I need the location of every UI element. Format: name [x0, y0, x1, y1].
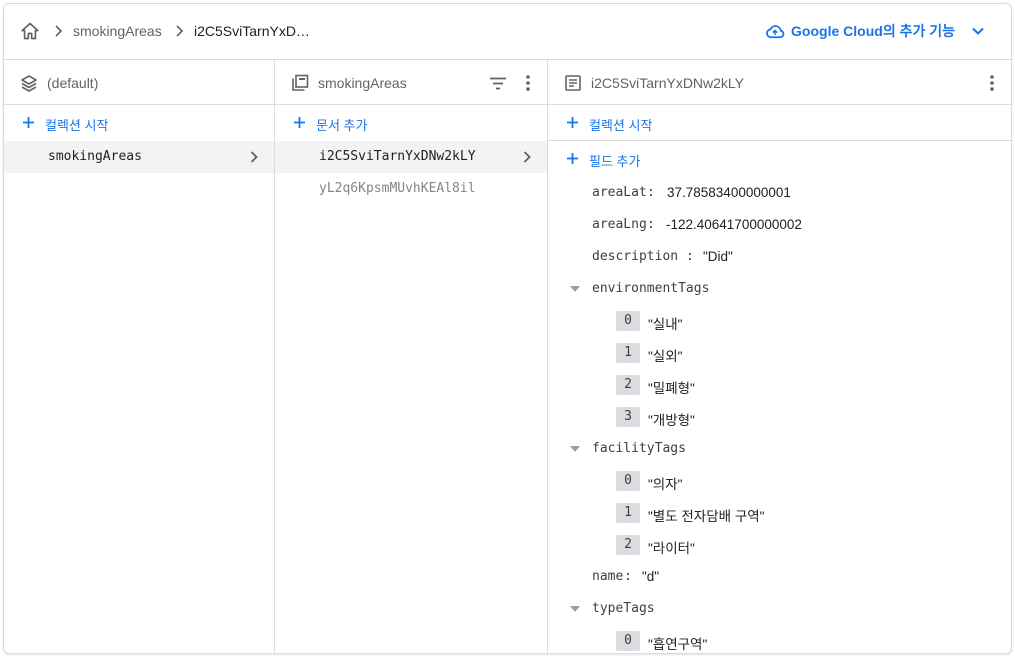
- collection-icon: [292, 74, 309, 91]
- field-row-description[interactable]: description: "Did": [548, 241, 1011, 273]
- start-collection-button[interactable]: 컬렉션 시작: [4, 105, 274, 141]
- array-index: 2: [616, 375, 640, 395]
- array-value: "라이터": [648, 541, 695, 556]
- array-item[interactable]: 2 "라이터": [548, 529, 1011, 561]
- document-column: i2C5SviTarnYxDNw2kLY 컬렉션 시작 필드 추가 areaLa…: [548, 60, 1011, 653]
- cloud-icon: [766, 25, 785, 39]
- start-subcollection-button[interactable]: 컬렉션 시작: [548, 105, 1011, 141]
- array-index: 1: [616, 503, 640, 523]
- field-colon: :: [686, 249, 694, 264]
- field-key: areaLng: [592, 217, 647, 232]
- field-colon: :: [624, 569, 632, 584]
- add-field-button[interactable]: 필드 추가: [548, 141, 1011, 177]
- collection-item-smokingAreas[interactable]: smokingAreas: [4, 141, 274, 173]
- document-title: i2C5SviTarnYxDNw2kLY: [591, 75, 745, 91]
- add-document-label: 문서 추가: [316, 118, 368, 133]
- document-item[interactable]: i2C5SviTarnYxDNw2kLY: [275, 141, 547, 173]
- field-key: facilityTags: [592, 441, 686, 456]
- plus-icon: [567, 117, 578, 128]
- add-field-label: 필드 추가: [589, 154, 641, 169]
- array-index: 0: [616, 311, 640, 331]
- document-item-label: i2C5SviTarnYxDNw2kLY: [319, 149, 476, 164]
- field-key: areaLat: [592, 185, 647, 200]
- more-vert-icon[interactable]: [989, 74, 995, 92]
- chevron-right-icon: [176, 25, 184, 37]
- field-key: name: [592, 569, 624, 584]
- collection-header: smokingAreas: [275, 60, 547, 105]
- field-value: -122.40641700000002: [666, 217, 802, 232]
- chevron-down-icon: [972, 27, 984, 35]
- plus-icon: [23, 117, 34, 128]
- firestore-data-panel: smokingAreas i2C5SviTarnYxD… Google Clou…: [3, 3, 1012, 654]
- field-row-typeTags[interactable]: typeTags: [548, 593, 1011, 625]
- field-row-facilityTags[interactable]: facilityTags: [548, 433, 1011, 465]
- collection-title: smokingAreas: [318, 75, 407, 91]
- database-column: (default) 컬렉션 시작 smokingAreas: [4, 60, 275, 653]
- breadcrumb-collection[interactable]: smokingAreas: [73, 23, 162, 39]
- field-value: 37.78583400000001: [667, 185, 791, 200]
- document-item-label: yL2q6KpsmMUvhKEAl8il: [319, 181, 476, 196]
- database-header: (default): [4, 60, 274, 105]
- field-row-name[interactable]: name: "d": [548, 561, 1011, 593]
- chevron-right-icon: [523, 151, 531, 163]
- array-index: 1: [616, 343, 640, 363]
- array-index: 2: [616, 535, 640, 555]
- document-header: i2C5SviTarnYxDNw2kLY: [548, 60, 1011, 105]
- array-value: "밀폐형": [648, 381, 695, 396]
- array-index: 0: [616, 471, 640, 491]
- plus-icon: [567, 153, 578, 164]
- more-vert-icon[interactable]: [525, 74, 531, 92]
- field-colon: :: [647, 185, 655, 200]
- filter-icon[interactable]: [489, 77, 507, 90]
- array-item[interactable]: 1 "실외": [548, 337, 1011, 369]
- array-index: 3: [616, 407, 640, 427]
- array-item[interactable]: 1 "별도 전자담배 구역": [548, 497, 1011, 529]
- chevron-right-icon: [250, 151, 258, 163]
- collapse-triangle-icon[interactable]: [570, 606, 580, 612]
- array-item[interactable]: 3 "개방형": [548, 401, 1011, 433]
- array-item[interactable]: 2 "밀폐형": [548, 369, 1011, 401]
- database-layers-icon: [21, 75, 37, 92]
- breadcrumb: smokingAreas i2C5SviTarnYxD… Google Clou…: [4, 4, 1011, 60]
- google-cloud-extensions-button[interactable]: Google Cloud의 추가 기능: [765, 21, 985, 41]
- array-item[interactable]: 0 "흡연구역": [548, 625, 1011, 653]
- breadcrumb-document[interactable]: i2C5SviTarnYxD…: [194, 23, 310, 39]
- collection-column: smokingAreas 문서 추가 i2C5SviTarnYxDNw2kLY …: [275, 60, 548, 653]
- field-key: environmentTags: [592, 281, 710, 296]
- google-cloud-label: Google Cloud의 추가 기능: [791, 23, 955, 39]
- collection-item-label: smokingAreas: [48, 149, 142, 164]
- array-item[interactable]: 0 "실내": [548, 305, 1011, 337]
- add-document-button[interactable]: 문서 추가: [275, 105, 547, 141]
- array-value: "실내": [648, 317, 683, 332]
- field-row-areaLng[interactable]: areaLng: -122.40641700000002: [548, 209, 1011, 241]
- field-key: typeTags: [592, 601, 655, 616]
- collapse-triangle-icon[interactable]: [570, 286, 580, 292]
- field-row-areaLat[interactable]: areaLat: 37.78583400000001: [548, 177, 1011, 209]
- chevron-right-icon: [55, 25, 63, 37]
- array-value: "별도 전자담배 구역": [648, 509, 765, 524]
- array-value: "개방형": [648, 413, 695, 428]
- field-colon: :: [647, 217, 655, 232]
- field-key: description: [592, 249, 679, 264]
- home-icon[interactable]: [20, 21, 40, 41]
- array-value: "의자": [648, 477, 683, 492]
- collapse-triangle-icon[interactable]: [570, 446, 580, 452]
- document-icon: [565, 75, 581, 91]
- array-value: "실외": [648, 349, 683, 364]
- document-item[interactable]: yL2q6KpsmMUvhKEAl8il: [275, 173, 547, 205]
- array-index: 0: [616, 631, 640, 651]
- array-item[interactable]: 0 "의자": [548, 465, 1011, 497]
- start-subcollection-label: 컬렉션 시작: [589, 118, 653, 133]
- field-row-environmentTags[interactable]: environmentTags: [548, 273, 1011, 305]
- field-value: "d": [642, 569, 660, 584]
- array-value: "흡연구역": [648, 637, 708, 652]
- start-collection-label: 컬렉션 시작: [45, 118, 109, 133]
- database-title: (default): [47, 75, 99, 91]
- field-value: "Did": [703, 249, 733, 264]
- plus-icon: [294, 117, 305, 128]
